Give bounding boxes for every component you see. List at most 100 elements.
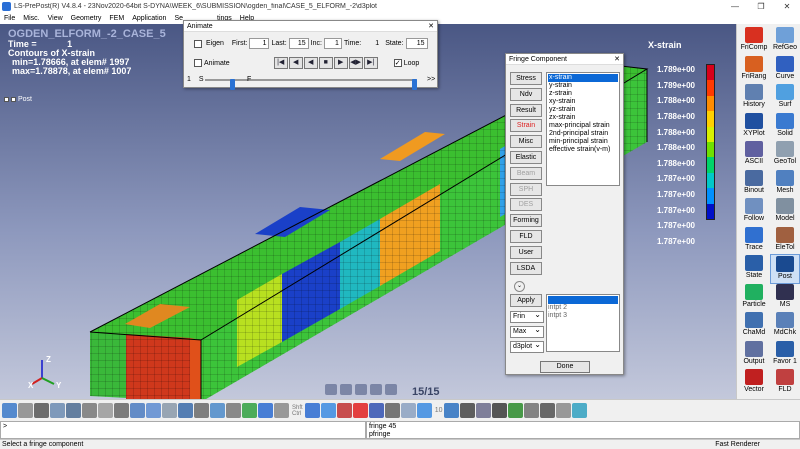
toolbar-tool-icon[interactable] — [492, 403, 508, 418]
tool-fricomp-button[interactable]: FriComp — [739, 26, 769, 56]
toolbar-tool-icon[interactable] — [18, 403, 33, 418]
source-select[interactable]: d3plot — [510, 340, 544, 353]
component-item[interactable]: zx-strain — [548, 114, 618, 122]
component-item[interactable]: xy-strain — [548, 98, 618, 106]
menu-geometry[interactable]: Geometry — [67, 15, 106, 22]
toolbar-tool-icon[interactable] — [226, 403, 241, 418]
menu-file[interactable]: File — [0, 15, 19, 22]
close-icon[interactable]: ✕ — [425, 22, 437, 30]
toolbar-tool-icon[interactable] — [368, 403, 384, 418]
first-frame-icon[interactable] — [325, 384, 337, 395]
tool-frirang-button[interactable]: FriRang — [739, 55, 769, 85]
apply-button[interactable]: Apply — [510, 294, 542, 307]
fringe-stress-button[interactable]: Stress — [510, 72, 542, 85]
component-list[interactable]: x-strain y-strain z-strain xy-strain yz-stra… — [546, 72, 620, 186]
tool-fld-button[interactable]: FLD — [770, 368, 800, 398]
tool-particle-button[interactable]: Particle — [739, 283, 769, 313]
component-item[interactable]: z-strain — [548, 90, 618, 98]
loop-checkbox[interactable]: ✓ — [393, 59, 402, 67]
max-select[interactable]: Max — [510, 325, 544, 338]
menu-view[interactable]: View — [44, 15, 67, 22]
toolbar-tool-icon[interactable] — [556, 403, 572, 418]
fringe-strain-button[interactable]: Strain — [510, 119, 542, 133]
toolbar-tool-icon[interactable] — [304, 403, 320, 418]
last-frame-icon[interactable] — [385, 384, 397, 395]
intpt-selected-row[interactable] — [548, 296, 618, 304]
animate-titlebar[interactable]: Animate ✕ — [184, 21, 437, 32]
toolbar-tool-icon[interactable] — [2, 403, 17, 418]
intpt-item[interactable]: intpt 2 — [548, 304, 618, 312]
component-item[interactable]: yz-strain — [548, 106, 618, 114]
speed-slider[interactable] — [205, 79, 417, 90]
maximize-icon[interactable]: ❐ — [748, 2, 774, 11]
prev-frame-icon[interactable] — [340, 384, 352, 395]
tool-ms-button[interactable]: MS — [770, 283, 800, 313]
toolbar-tool-icon[interactable] — [34, 403, 49, 418]
tree-expand-icon[interactable] — [4, 97, 9, 102]
fringe-beam-button[interactable]: Beam — [510, 166, 542, 180]
tool-output-button[interactable]: Output — [739, 340, 769, 370]
forward-end-icon[interactable]: ▶| — [363, 57, 378, 69]
menu-application[interactable]: Application — [128, 15, 170, 22]
fringe-result-button[interactable]: Result — [510, 103, 542, 117]
tool-model-button[interactable]: Model — [770, 197, 800, 227]
tool-chamd-button[interactable]: ChaMd — [739, 311, 769, 341]
menu-fem[interactable]: FEM — [105, 15, 128, 22]
play-back-icon[interactable]: ◀ — [303, 57, 318, 69]
eigen-checkbox[interactable] — [194, 39, 202, 48]
done-button[interactable]: Done — [540, 361, 590, 373]
animate-checkbox[interactable] — [194, 59, 202, 67]
tool-xyplot-button[interactable]: XYPlot — [739, 112, 769, 142]
tool-mdchk-button[interactable]: MdChk — [770, 311, 800, 341]
toolbar-tool-icon[interactable] — [444, 403, 460, 418]
toolbar-tool-icon[interactable] — [98, 403, 113, 418]
state-thumb[interactable] — [412, 79, 417, 90]
speed-thumb[interactable] — [230, 79, 236, 90]
fringe-type-select[interactable]: Frin — [510, 310, 544, 323]
toolbar-tool-icon[interactable] — [242, 403, 257, 418]
rewind-icon[interactable]: |◀ — [273, 57, 288, 69]
tool-mesh-button[interactable]: Mesh — [770, 169, 800, 199]
play-icon[interactable]: ▶ — [333, 57, 348, 69]
command-input[interactable]: > — [0, 421, 366, 439]
tool-follow-button[interactable]: Follow — [739, 197, 769, 227]
inc-field[interactable]: 1 — [323, 38, 342, 49]
fringe-ndv-button[interactable]: Ndv — [510, 87, 542, 101]
toolbar-tool-icon[interactable] — [82, 403, 97, 418]
component-item[interactable]: effective strain(v-m) — [548, 146, 618, 154]
stop-icon[interactable] — [355, 384, 367, 395]
tool-surf-button[interactable]: Surf — [770, 83, 800, 113]
toolbar-tool-icon[interactable] — [508, 403, 524, 418]
component-item[interactable]: 2nd-principal strain — [548, 130, 618, 138]
menu-misc[interactable]: Misc. — [19, 15, 43, 22]
tool-trace-button[interactable]: Trace — [739, 226, 769, 256]
toolbar-tool-icon[interactable] — [50, 403, 65, 418]
fringe-fld-button[interactable]: FLD — [510, 230, 542, 243]
toolbar-tool-icon[interactable] — [336, 403, 352, 418]
close-icon[interactable]: ✕ — [611, 55, 623, 63]
toolbar-tool-icon[interactable] — [178, 403, 193, 418]
expand-circle-icon[interactable]: ⌄ — [514, 281, 525, 292]
toolbar-tool-icon[interactable] — [146, 403, 161, 418]
toolbar-tool-icon[interactable] — [162, 403, 177, 418]
more-button[interactable]: >> — [427, 76, 435, 83]
minimize-icon[interactable]: — — [722, 2, 748, 11]
tool-curve-button[interactable]: Curve — [770, 55, 800, 85]
stop-icon[interactable]: ■ — [318, 57, 333, 69]
tool-solid-button[interactable]: Solid — [770, 112, 800, 142]
toolbar-tool-icon[interactable] — [416, 403, 432, 418]
tool-history-button[interactable]: History — [739, 83, 769, 113]
toolbar-tool-icon[interactable] — [476, 403, 492, 418]
intpt-list[interactable]: intpt 2 intpt 3 — [546, 294, 620, 352]
toolbar-tool-icon[interactable] — [460, 403, 476, 418]
component-item[interactable]: max-principal strain — [548, 122, 618, 130]
fringe-forming-button[interactable]: Forming — [510, 214, 542, 228]
toolbar-tool-icon[interactable] — [572, 403, 588, 418]
last-field[interactable]: 15 — [288, 38, 309, 49]
fringe-user-button[interactable]: User — [510, 245, 542, 259]
tool-eletol-button[interactable]: EleTol — [770, 226, 800, 256]
toolbar-tool-icon[interactable] — [274, 403, 289, 418]
tool-state-button[interactable]: State — [739, 254, 769, 284]
step-fwd-icon[interactable]: ◀▶ — [348, 57, 363, 69]
first-field[interactable]: 1 — [249, 38, 270, 49]
